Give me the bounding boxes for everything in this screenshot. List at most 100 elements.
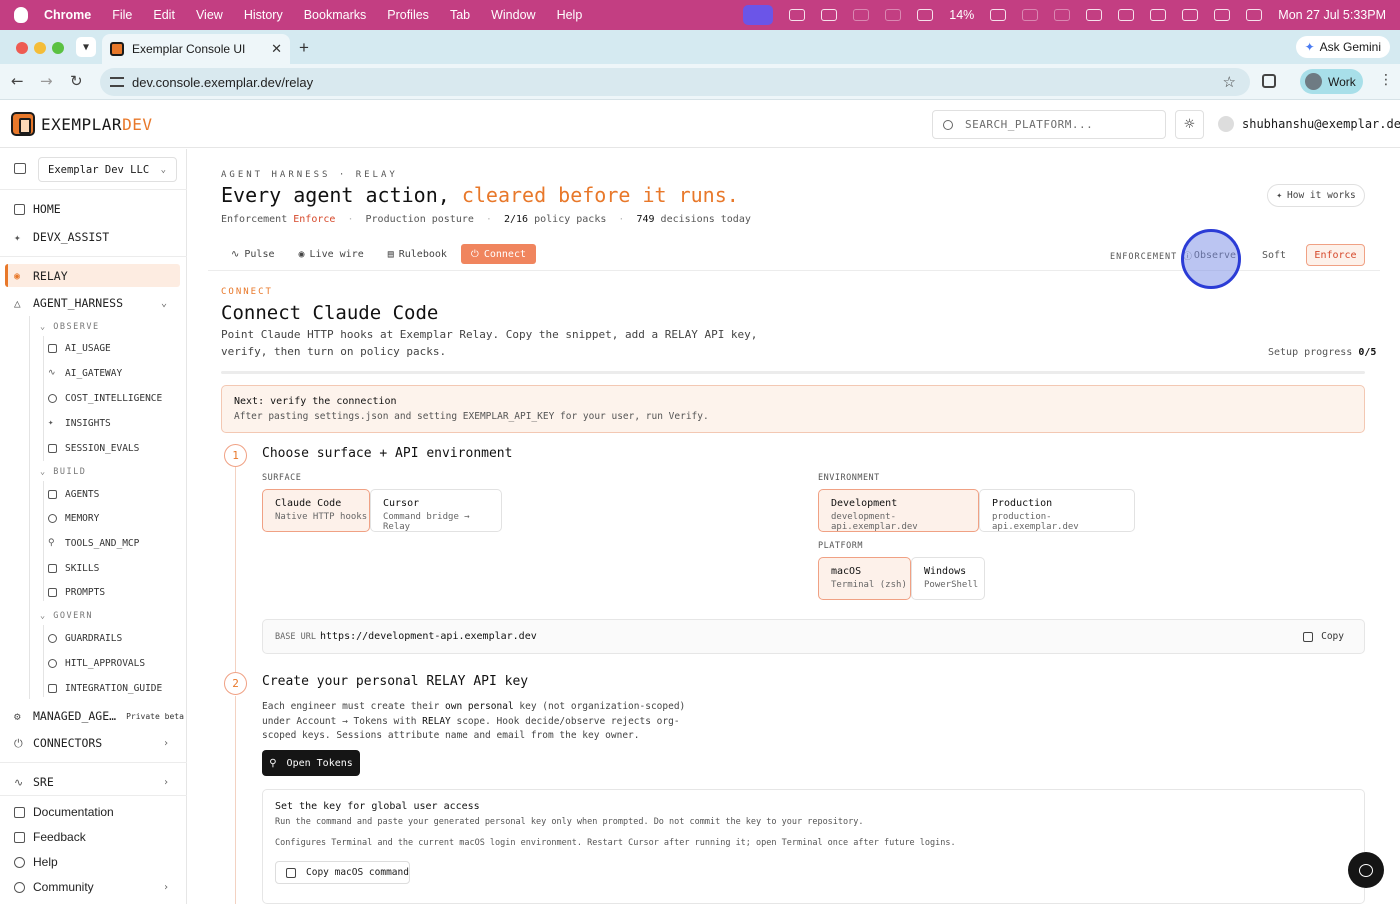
tab-rulebook[interactable]: ▤ Rulebook: [378, 244, 457, 264]
environment-option-production[interactable]: Production production-api.exemplar.dev: [979, 489, 1135, 532]
sidebar-item-help[interactable]: Help: [14, 855, 58, 869]
sidebar-item-integration-guide[interactable]: INTEGRATION_GUIDE: [48, 683, 162, 694]
org-selector[interactable]: Exemplar Dev LLC ⌄: [38, 157, 177, 182]
sidebar-item-agents[interactable]: AGENTS: [48, 489, 99, 500]
sidebar-item-hitl-approvals[interactable]: HITL_APPROVALS: [48, 658, 145, 669]
cloud-icon[interactable]: [821, 9, 838, 21]
display-icon[interactable]: [1022, 9, 1039, 21]
platform-option-macos[interactable]: macOS Terminal (zsh): [818, 557, 911, 600]
platform-option-windows[interactable]: Windows PowerShell: [911, 557, 985, 600]
back-arrow-icon[interactable]: ←: [11, 72, 24, 90]
sidebar-item-managed-agents[interactable]: ⚙ MANAGED_AGE… Private beta: [14, 709, 184, 723]
spotlight-icon[interactable]: [1182, 9, 1199, 21]
theme-toggle-button[interactable]: ☼: [1175, 110, 1204, 139]
browser-tab-active[interactable]: Exemplar Console UI ✕: [102, 34, 290, 64]
reload-icon[interactable]: ↻: [70, 72, 83, 90]
chat-button[interactable]: [1348, 852, 1384, 888]
base-url-value[interactable]: https://development-api.exemplar.dev: [320, 631, 537, 642]
site-info-icon[interactable]: [110, 77, 124, 87]
wifi-icon[interactable]: [1086, 9, 1103, 21]
ask-gemini-button[interactable]: ✦ Ask Gemini: [1295, 36, 1390, 58]
control-center-icon[interactable]: [1214, 9, 1231, 21]
sidebar-item-devx-assist[interactable]: ✦ DEVX_ASSIST: [14, 230, 109, 244]
open-tokens-button[interactable]: ⚲ Open Tokens: [262, 750, 360, 776]
mute-icon[interactable]: [885, 9, 902, 21]
menu-help[interactable]: Help: [557, 8, 583, 22]
chrome-menu-icon[interactable]: ⋮: [1379, 72, 1393, 88]
address-bar[interactable]: dev.console.exemplar.dev/relay ☆: [100, 68, 1250, 96]
meta-decisions-label: decisions today: [660, 214, 751, 225]
user-menu[interactable]: shubhanshu@exemplar.dev: [1218, 116, 1400, 132]
extensions-icon[interactable]: [1262, 74, 1276, 88]
battery-percent: 14%: [949, 8, 975, 22]
exemplar-logo-icon[interactable]: [11, 112, 35, 136]
apple-icon[interactable]: [14, 7, 28, 23]
bookmark-star-icon[interactable]: ☆: [1223, 73, 1236, 91]
surface-option-claude-code[interactable]: Claude Code Native HTTP hooks: [262, 489, 370, 532]
tab-search-chevron-icon[interactable]: ▼: [76, 37, 96, 57]
screen-mirror-icon[interactable]: [743, 5, 774, 25]
new-tab-button[interactable]: +: [299, 38, 309, 58]
user-switch-icon[interactable]: [1118, 9, 1135, 21]
menu-window[interactable]: Window: [491, 8, 535, 22]
time-machine-icon[interactable]: [1150, 9, 1167, 21]
battery-icon[interactable]: [990, 9, 1007, 21]
menu-tab[interactable]: Tab: [450, 8, 470, 22]
tab-connect[interactable]: ⏻ Connect: [460, 244, 536, 264]
menu-file[interactable]: File: [112, 8, 132, 22]
sidebar-item-session-evals[interactable]: SESSION_EVALS: [48, 443, 139, 454]
sidebar-toggle-icon[interactable]: [14, 163, 26, 174]
environment-option-development[interactable]: Development development-api.exemplar.dev: [818, 489, 979, 532]
platform-search[interactable]: SEARCH_PLATFORM...: [932, 110, 1166, 139]
sidebar-item-feedback[interactable]: Feedback: [14, 830, 86, 844]
brand-name[interactable]: EXEMPLARDEV: [41, 115, 152, 134]
option-sub: development-api.exemplar.dev: [831, 512, 918, 532]
section-observe[interactable]: ⌄ OBSERVE: [40, 322, 100, 332]
close-tab-icon[interactable]: ✕: [271, 41, 282, 57]
menu-profiles[interactable]: Profiles: [387, 8, 429, 22]
siri-icon[interactable]: [1246, 9, 1263, 21]
forward-arrow-icon[interactable]: →: [40, 72, 53, 90]
sidebar-item-connectors[interactable]: ⏻ CONNECTORS ›: [14, 736, 174, 750]
mode-soft-button[interactable]: Soft: [1249, 244, 1299, 266]
dots-icon[interactable]: [1054, 9, 1071, 21]
tab-live-wire[interactable]: ◉ Live wire: [289, 244, 374, 264]
sidebar-item-guardrails[interactable]: GUARDRAILS: [48, 633, 122, 644]
sidebar-item-cost-intelligence[interactable]: COST_INTELLIGENCE: [48, 393, 162, 404]
sidebar-item-relay[interactable]: ◉ RELAY: [14, 269, 68, 283]
sidebar-item-prompts[interactable]: PROMPTS: [48, 587, 105, 598]
close-window-button[interactable]: [16, 42, 28, 54]
section-govern[interactable]: ⌄ GOVERN: [40, 611, 93, 621]
menubar-clock[interactable]: Mon 27 Jul 5:33PM: [1278, 8, 1386, 22]
sidebar-item-tools-and-mcp[interactable]: ⚲ TOOLS_AND_MCP: [48, 538, 139, 549]
sidebar-item-documentation[interactable]: Documentation: [14, 805, 114, 819]
copy-base-url-button[interactable]: Copy: [1303, 631, 1344, 642]
sidebar-item-community[interactable]: Community ›: [14, 880, 174, 894]
tab-pulse[interactable]: ∿ Pulse: [221, 244, 285, 264]
menu-history[interactable]: History: [244, 8, 283, 22]
sidebar-item-home[interactable]: HOME: [14, 202, 61, 216]
menu-app[interactable]: Chrome: [44, 8, 91, 22]
how-it-works-button[interactable]: ✦ How it works: [1267, 184, 1365, 207]
focus-icon[interactable]: [853, 9, 870, 21]
surface-option-cursor[interactable]: Cursor Command bridge → Relay: [370, 489, 502, 532]
pulse-icon: ∿: [231, 248, 240, 260]
copy-macos-command-button[interactable]: Copy macOS command: [275, 861, 410, 884]
sidebar-item-memory[interactable]: MEMORY: [48, 513, 99, 524]
section-build[interactable]: ⌄ BUILD: [40, 467, 86, 477]
sidebar-item-ai-gateway[interactable]: ∿ AI_GATEWAY: [48, 368, 122, 379]
sidebar-item-insights[interactable]: ✦ INSIGHTS: [48, 418, 111, 429]
maximize-window-button[interactable]: [52, 42, 64, 54]
menu-view[interactable]: View: [196, 8, 223, 22]
stack-icon[interactable]: [789, 9, 806, 21]
sidebar-item-sre[interactable]: ∿ SRE ›: [14, 775, 174, 789]
menu-bookmarks[interactable]: Bookmarks: [304, 8, 367, 22]
minimize-window-button[interactable]: [34, 42, 46, 54]
sidebar-item-agent-harness[interactable]: △ AGENT_HARNESS ⌄: [14, 296, 174, 310]
menu-edit[interactable]: Edit: [153, 8, 175, 22]
profile-button[interactable]: Work: [1300, 69, 1363, 94]
sidebar-item-ai-usage[interactable]: AI_USAGE: [48, 343, 111, 354]
mode-enforce-button[interactable]: Enforce: [1306, 244, 1365, 266]
sidebar-item-skills[interactable]: SKILLS: [48, 563, 99, 574]
keyboard-icon[interactable]: [917, 9, 934, 21]
